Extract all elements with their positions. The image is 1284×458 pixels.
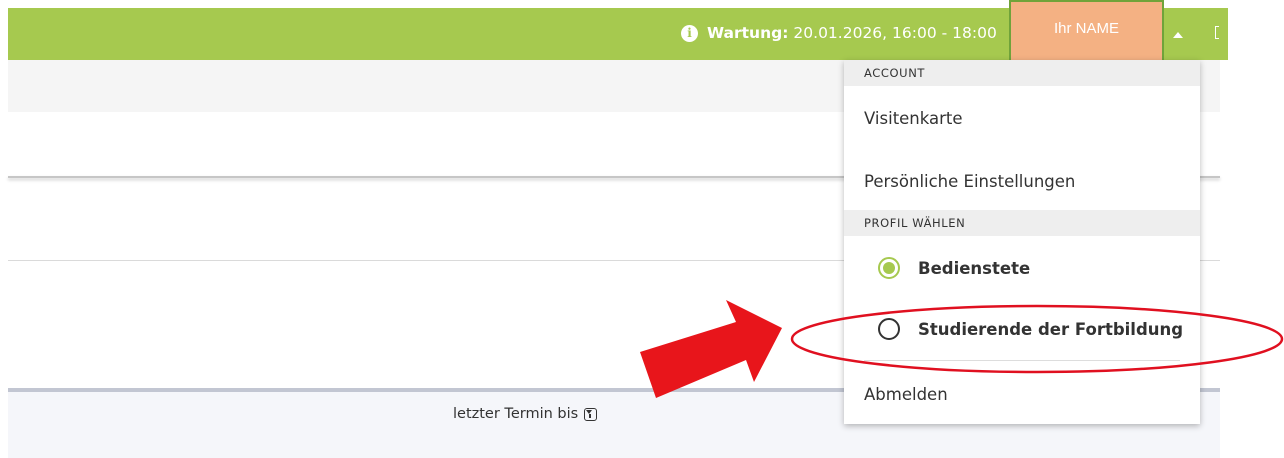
annotation-overlay — [640, 300, 1284, 398]
highlight-ellipse — [790, 304, 1284, 374]
red-arrow-icon — [640, 300, 782, 398]
